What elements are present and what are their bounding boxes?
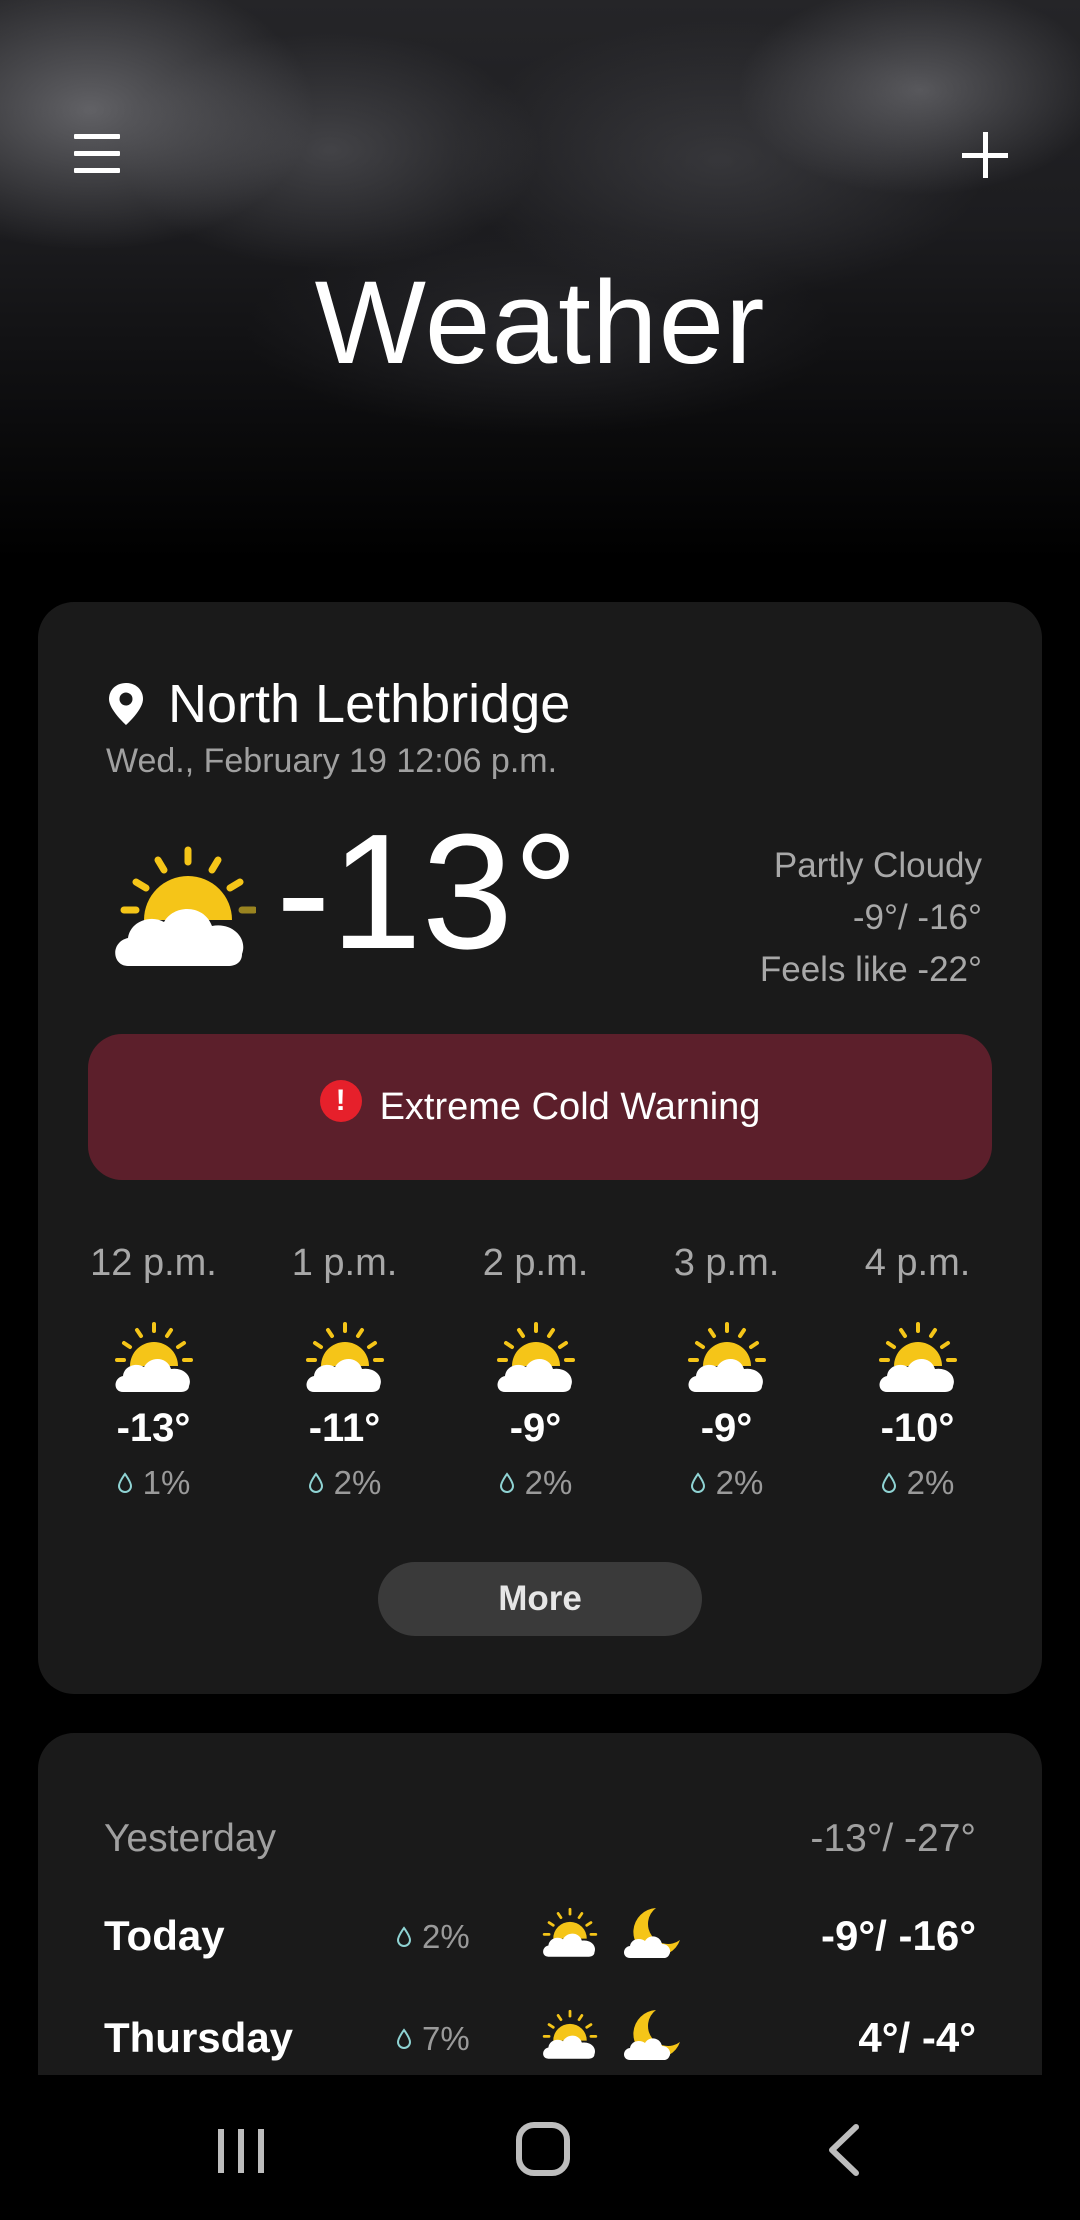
more-button[interactable]: More — [378, 1562, 702, 1636]
hour-temp: -11° — [308, 1406, 381, 1450]
precip-value: 2% — [524, 1464, 573, 1501]
updated-timestamp: Wed., February 19 12:06 p.m. — [106, 742, 558, 780]
cloudy-night-icon — [624, 2010, 680, 2060]
day-temps: -13°/ -27° — [810, 1817, 976, 1860]
hour-temp: -10° — [880, 1406, 955, 1450]
exclamation-icon: ! — [319, 1080, 362, 1122]
current-temperature: -13° — [276, 800, 579, 983]
day-name: Thursday — [104, 2014, 294, 2061]
day-temps: -9°/ -16° — [821, 1912, 976, 1959]
hour-time: 3 p.m. — [673, 1242, 780, 1284]
day-name: Today — [104, 1912, 225, 1959]
hour-temp: -13° — [116, 1406, 191, 1450]
hour-time: 4 p.m. — [864, 1242, 971, 1284]
hourly-item: 12 p.m. -13° 1% — [58, 1242, 249, 1502]
hourly-item: 4 p.m. -10° 2% — [822, 1242, 1013, 1502]
partly-cloudy-icon — [542, 2009, 598, 2059]
water-drop-icon — [117, 1472, 132, 1493]
weather-alert-banner[interactable]: ! Extreme Cold Warning — [88, 1034, 992, 1180]
water-drop-icon — [690, 1472, 705, 1493]
water-drop-icon — [308, 1472, 323, 1493]
precip-value: 2% — [422, 1918, 470, 1955]
daily-row-yesterday[interactable]: Yesterday -13°/ -27° — [38, 1803, 1042, 1883]
day-temps: 4°/ -4° — [858, 2014, 976, 2061]
back-icon[interactable] — [800, 2115, 890, 2185]
recent-apps-icon[interactable] — [196, 2115, 286, 2185]
partly-cloudy-icon — [878, 1322, 957, 1392]
partly-cloudy-icon — [542, 1907, 598, 1957]
day-precip: 2% — [396, 1918, 470, 1956]
app-title: Weather — [314, 257, 766, 389]
hour-precip: 2% — [631, 1464, 822, 1502]
hour-temp: -9° — [700, 1406, 753, 1450]
hour-precip: 1% — [58, 1464, 249, 1502]
partly-cloudy-icon — [114, 1322, 193, 1392]
weather-summary: Partly Cloudy -9°/ -16° Feels like -22° — [760, 840, 982, 996]
hour-temp: -9° — [509, 1406, 562, 1450]
precip-value: 7% — [422, 2020, 470, 2057]
water-drop-icon — [881, 1472, 896, 1493]
water-drop-icon — [396, 1926, 412, 1947]
location-name: North Lethbridge — [168, 674, 571, 734]
daily-forecast-card[interactable]: Yesterday -13°/ -27° Today 2% -9°/ -16° … — [38, 1733, 1042, 2075]
day-precip: 7% — [396, 2020, 470, 2058]
alert-text: Extreme Cold Warning — [379, 1085, 761, 1128]
hourly-item: 3 p.m. -9° 2% — [631, 1242, 822, 1502]
system-navigation-bar — [0, 2075, 1080, 2220]
cloudy-night-icon — [624, 1908, 680, 1958]
location-pin-icon — [109, 683, 143, 725]
current-weather-card[interactable]: North Lethbridge Wed., February 19 12:06… — [38, 602, 1042, 1694]
daily-row-thursday[interactable]: Thursday 7% 4°/ -4° — [38, 2000, 1042, 2075]
add-location-button[interactable] — [960, 130, 1010, 180]
hour-time: 1 p.m. — [291, 1242, 398, 1284]
hour-precip: 2% — [822, 1464, 1013, 1502]
home-icon[interactable] — [498, 2115, 588, 2185]
hourly-forecast[interactable]: 12 p.m. -13° 1% 1 p.m. -11° 2% 2 p.m. -9… — [58, 1242, 1022, 1502]
hour-time: 2 p.m. — [482, 1242, 589, 1284]
partly-cloudy-icon — [496, 1322, 575, 1392]
feels-like-text: Feels like -22° — [759, 950, 982, 989]
precip-value: 2% — [906, 1464, 955, 1501]
partly-cloudy-icon — [687, 1322, 766, 1392]
hour-precip: 2% — [249, 1464, 440, 1502]
hour-precip: 2% — [440, 1464, 631, 1502]
water-drop-icon — [396, 2028, 412, 2049]
partly-cloudy-icon — [305, 1322, 384, 1392]
daily-row-today[interactable]: Today 2% -9°/ -16° — [38, 1898, 1042, 1978]
water-drop-icon — [499, 1472, 514, 1493]
partly-cloudy-icon — [115, 846, 256, 966]
high-low-text: -9°/ -16° — [852, 898, 982, 937]
hourly-item: 2 p.m. -9° 2% — [440, 1242, 631, 1502]
precip-value: 2% — [333, 1464, 382, 1501]
hamburger-menu-icon[interactable] — [74, 134, 120, 178]
location-row: North Lethbridge — [106, 674, 570, 734]
hour-time: 12 p.m. — [90, 1242, 217, 1284]
precip-value: 1% — [142, 1464, 191, 1501]
precip-value: 2% — [715, 1464, 764, 1501]
condition-text: Partly Cloudy — [773, 846, 982, 885]
hourly-item: 1 p.m. -11° 2% — [249, 1242, 440, 1502]
day-name: Yesterday — [104, 1817, 277, 1860]
